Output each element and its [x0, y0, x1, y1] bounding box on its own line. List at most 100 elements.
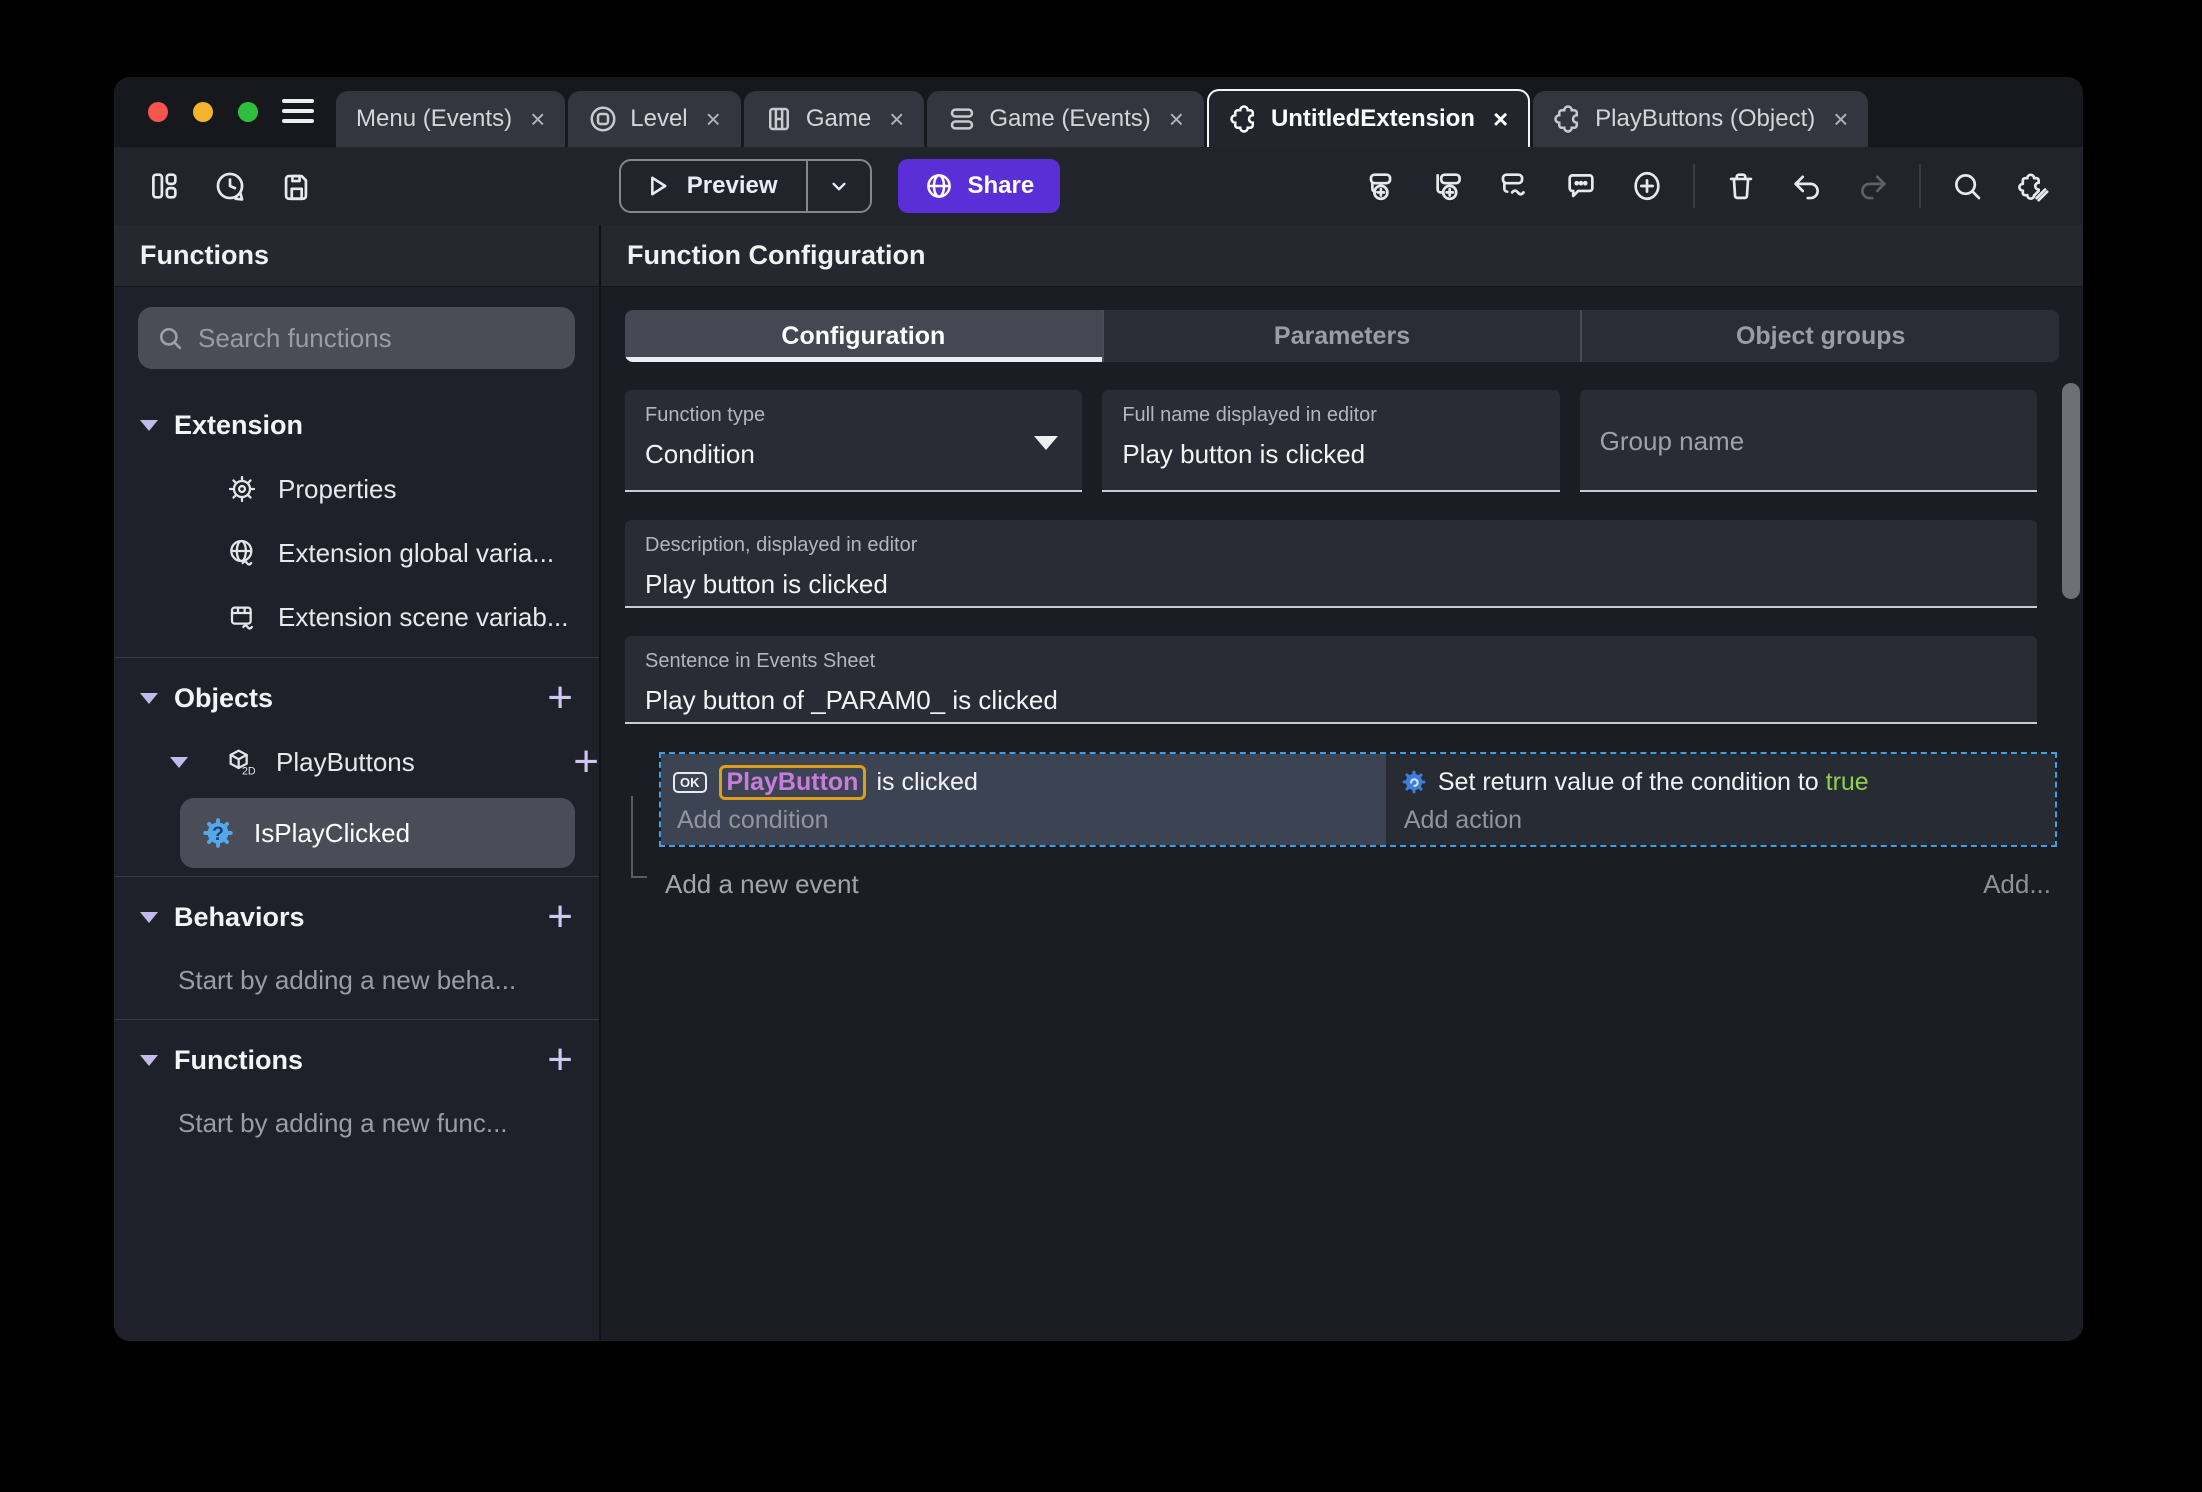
full-name-field[interactable]: Full name displayed in editor Play butto… — [1102, 390, 1560, 492]
add-comment-button[interactable] — [1561, 166, 1601, 206]
close-tab-icon[interactable]: × — [706, 104, 721, 135]
add-subevent-button[interactable] — [1429, 166, 1469, 206]
tab-game-events[interactable]: Game (Events) × — [927, 91, 1204, 147]
search-icon — [159, 327, 182, 350]
sidebar-item-extension-global-variables[interactable]: Extension global varia... — [114, 521, 599, 585]
save-button[interactable] — [276, 166, 316, 206]
add-event-button[interactable] — [1363, 166, 1403, 206]
tab-game[interactable]: Game × — [743, 91, 925, 147]
dashboard-icon — [152, 173, 177, 199]
close-tab-icon[interactable]: × — [530, 104, 545, 135]
add-behavior-button[interactable]: + — [547, 895, 573, 939]
event-row[interactable]: OK PlayButton is clicked Add condition S… — [659, 752, 2057, 847]
main-menu-icon[interactable] — [282, 99, 314, 123]
divider — [114, 657, 599, 658]
add-other-event-button[interactable] — [1495, 166, 1535, 206]
action-true-value: true — [1825, 767, 1869, 796]
delete-button[interactable] — [1721, 166, 1761, 206]
tab-label: PlayButtons (Object) — [1595, 105, 1816, 132]
group-name-placeholder: Group name — [1599, 426, 1745, 456]
group-name-field[interactable]: Group name — [1579, 390, 2037, 492]
function-type-select[interactable]: Function type Condition — [625, 390, 1083, 492]
search-icon — [1955, 174, 1981, 200]
add-subevent-icon — [1436, 173, 1461, 201]
configuration-tabs: Configuration Parameters Object groups — [625, 310, 2059, 362]
description-field[interactable]: Description, displayed in editor Play bu… — [625, 520, 2037, 608]
chevron-down-icon[interactable] — [140, 911, 158, 923]
undo-button[interactable] — [1787, 166, 1827, 206]
content-area: Functions Extension — [114, 225, 2083, 1341]
add-new-event-link[interactable]: Add a new event — [665, 869, 859, 900]
add-free-function-button[interactable]: + — [547, 1038, 573, 1082]
tab-label: Game — [805, 105, 872, 132]
dropdown-arrow-icon — [1034, 436, 1059, 450]
close-tab-icon[interactable]: × — [889, 104, 904, 135]
search-functions-box[interactable] — [138, 307, 575, 369]
functions-empty-text: Start by adding a new func... — [178, 1107, 508, 1138]
history-button[interactable] — [210, 166, 250, 206]
tab-parameters[interactable]: Parameters — [1104, 310, 1583, 362]
functions-section-label: Functions — [174, 1044, 303, 1075]
window-tab-bar: Menu (Events) × Level × Game × Game (Eve… — [114, 77, 2083, 147]
add-more-events-button[interactable] — [1627, 166, 1667, 206]
tab-level[interactable]: Level × — [568, 91, 741, 147]
tab-playbuttons-object[interactable]: PlayButtons (Object) × — [1533, 91, 1869, 147]
close-tab-icon[interactable]: × — [1493, 104, 1508, 135]
preview-button[interactable]: Preview — [618, 159, 872, 213]
objects-section-row[interactable]: Objects + — [114, 666, 599, 730]
full-name-value: Play button is clicked — [1122, 439, 1366, 469]
scene-variable-icon — [230, 606, 253, 630]
tab-object-groups[interactable]: Object groups — [1582, 310, 2059, 362]
sidebar-item-properties[interactable]: Properties — [114, 457, 599, 521]
tab-configuration[interactable]: Configuration — [625, 310, 1104, 362]
return-value-gear-icon — [1402, 770, 1426, 794]
divider — [114, 1019, 599, 1020]
extension-section-row[interactable]: Extension — [114, 393, 599, 457]
condition-object-name[interactable]: PlayButton — [718, 764, 867, 800]
search-functions-input[interactable] — [198, 322, 557, 354]
behaviors-section-row[interactable]: Behaviors + — [114, 885, 599, 949]
chevron-down-icon[interactable] — [140, 419, 158, 431]
item-label: Properties — [278, 473, 397, 504]
minimize-window-button[interactable] — [193, 102, 213, 122]
add-action-link[interactable]: Add action — [1400, 806, 2047, 835]
globe-variable-icon — [230, 539, 253, 566]
tab-menu-events[interactable]: Menu (Events) × — [336, 91, 566, 147]
tab-untitled-extension[interactable]: UntitledExtension × — [1206, 89, 1531, 147]
main-header: Function Configuration — [601, 225, 2083, 287]
add-function-to-object-button[interactable]: + — [573, 740, 599, 784]
actions-column[interactable]: Set return value of the condition to tru… — [1385, 754, 2055, 845]
close-tab-icon[interactable]: × — [1833, 104, 1848, 135]
close-window-button[interactable] — [148, 102, 168, 122]
add-condition-link[interactable]: Add condition — [673, 806, 1378, 835]
redo-button[interactable] — [1853, 166, 1893, 206]
add-more-link[interactable]: Add... — [1983, 869, 2051, 900]
condition-text: is clicked — [876, 767, 978, 796]
chevron-down-icon[interactable] — [140, 1054, 158, 1066]
share-button[interactable]: Share — [897, 159, 1061, 213]
tab-label: Configuration — [781, 321, 946, 350]
function-type-value: Condition — [645, 439, 755, 469]
preview-options-button[interactable] — [808, 161, 870, 211]
item-label: Extension scene variab... — [278, 601, 569, 632]
sidebar-item-isplayclicked-selected[interactable]: ? IsPlayClicked — [180, 798, 575, 868]
add-object-button[interactable]: + — [547, 676, 573, 720]
extension-puzzle-icon — [1554, 105, 1579, 133]
fullscreen-window-button[interactable] — [238, 102, 258, 122]
film-icon — [768, 107, 789, 131]
project-manager-button[interactable] — [144, 166, 184, 206]
chevron-down-icon[interactable] — [140, 692, 158, 704]
chevron-down-icon[interactable] — [170, 756, 188, 768]
preview-main-area[interactable]: Preview — [621, 161, 806, 211]
edit-extension-button[interactable] — [2013, 166, 2053, 206]
sidebar-item-extension-scene-variables[interactable]: Extension scene variab... — [114, 585, 599, 649]
close-tab-icon[interactable]: × — [1169, 104, 1184, 135]
sentence-field[interactable]: Sentence in Events Sheet Play button of … — [625, 636, 2037, 724]
vertical-scrollbar[interactable] — [2062, 383, 2080, 599]
search-events-button[interactable] — [1947, 166, 1987, 206]
desktop: Menu (Events) × Level × Game × Game (Eve… — [0, 0, 2202, 1492]
sidebar-item-playbuttons[interactable]: 2D PlayButtons + — [114, 730, 599, 794]
item-label: Extension global varia... — [278, 537, 555, 568]
functions-section-row[interactable]: Functions + — [114, 1028, 599, 1092]
conditions-column[interactable]: OK PlayButton is clicked Add condition — [661, 754, 1386, 845]
